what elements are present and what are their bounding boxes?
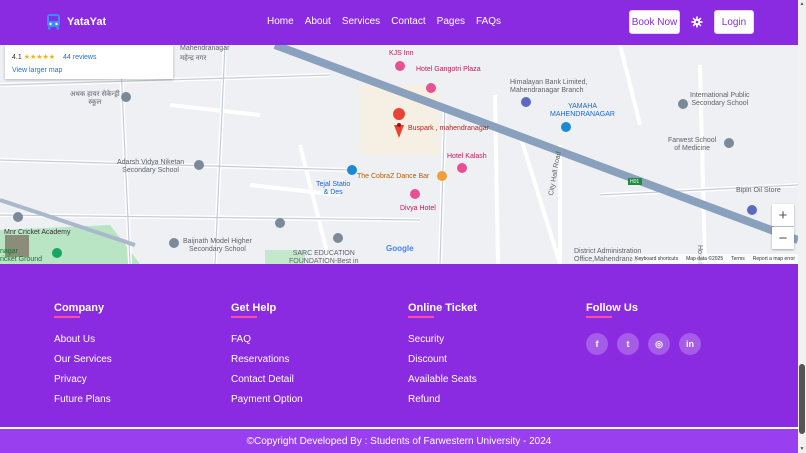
footer-heading: Company (54, 302, 112, 318)
nav-contact[interactable]: Contact (391, 16, 425, 27)
footer-link[interactable]: Privacy (54, 374, 112, 385)
copyright-text: ©Copyright Developed By : Students of Fa… (246, 435, 552, 447)
map-label-international-school[interactable]: International Public Secondary School (690, 92, 750, 108)
map-label-cricket-ground[interactable]: nagar ricket Ground (0, 248, 42, 264)
map-info-card: 4.1 ★★★★★ 44 reviews View larger map (5, 45, 173, 79)
footer-link[interactable]: Payment Option (231, 394, 303, 405)
keyboard-shortcuts-link[interactable]: Keyboard shortcuts (635, 256, 678, 262)
linkedin-icon[interactable]: in (679, 333, 701, 355)
map-label-farwest-medicine[interactable]: Farwest School of Medicine (668, 137, 716, 153)
reviews-link[interactable]: 44 reviews (63, 54, 96, 61)
rating-stars-icon: ★★★★★ (23, 54, 56, 61)
nav-about[interactable]: About (305, 16, 331, 27)
login-button[interactable]: Login (714, 10, 754, 34)
map-label-bipin-oil[interactable]: Bipin Oil Store (736, 187, 781, 195)
map-label-nepali-top: महेन्द्र नगर (180, 55, 207, 62)
nav-pages[interactable]: Pages (437, 16, 465, 27)
theme-toggle-icon[interactable] (691, 16, 703, 28)
scrollbar-thumb[interactable] (799, 364, 805, 434)
footer-link[interactable]: Discount (408, 354, 477, 365)
facebook-icon[interactable]: f (586, 333, 608, 355)
place-label[interactable]: Buspark , mahendranagar (408, 125, 489, 133)
map-attribution: Keyboard shortcuts Map data ©2025 Terms … (631, 254, 798, 264)
footer-link[interactable]: Contact Detail (231, 374, 303, 385)
footer-heading: Follow Us (586, 302, 701, 318)
footer-link[interactable]: Security (408, 334, 477, 345)
footer-column-online-ticket: Online Ticket Security Discount Availabl… (408, 302, 477, 414)
book-now-button[interactable]: Book Now (629, 10, 680, 34)
copyright-bar: ©Copyright Developed By : Students of Fa… (0, 427, 798, 453)
rating-value: 4.1 (12, 54, 22, 61)
brand[interactable]: YataYat (46, 13, 106, 30)
nav-home[interactable]: Home (267, 16, 294, 27)
footer-column-follow-us: Follow Us f t ◎ in (586, 302, 701, 355)
map-label-sarc-education[interactable]: SARC EDUCATION FOUNDATION-Best in (289, 250, 359, 264)
site-footer: Company About Us Our Services Privacy Fu… (0, 264, 798, 427)
report-error-link[interactable]: Report a map error (753, 256, 795, 262)
footer-column-company: Company About Us Our Services Privacy Fu… (54, 302, 112, 414)
footer-link[interactable]: FAQ (231, 334, 303, 345)
footer-heading: Online Ticket (408, 302, 477, 318)
footer-column-get-help: Get Help FAQ Reservations Contact Detail… (231, 302, 303, 414)
google-logo: Google (386, 244, 414, 253)
footer-link[interactable]: Reservations (231, 354, 303, 365)
terms-link[interactable]: Terms (731, 256, 745, 262)
scroll-down-arrow-icon[interactable]: ▼ (799, 446, 805, 452)
nav-faqs[interactable]: FAQs (476, 16, 501, 27)
map-label-mahendranagar: Mahendranagar (180, 45, 230, 52)
twitter-icon[interactable]: t (617, 333, 639, 355)
footer-link[interactable]: Available Seats (408, 374, 477, 385)
map-label-tejal-station[interactable]: Tejal Statio & Des (316, 181, 350, 197)
view-larger-map-link[interactable]: View larger map (12, 67, 62, 74)
footer-link[interactable]: Future Plans (54, 394, 112, 405)
zoom-out-button[interactable]: − (772, 227, 794, 249)
embedded-map[interactable]: 4.1 ★★★★★ 44 reviews View larger map Bus… (0, 45, 798, 264)
map-data-text: Map data ©2025 (686, 256, 724, 262)
footer-heading: Get Help (231, 302, 303, 318)
map-label-mnr-cricket[interactable]: Mnr Cricket Academy (4, 229, 71, 237)
map-label-yamaha[interactable]: YAMAHA MAHENDRANAGAR (550, 103, 615, 119)
map-label-kjs-inn[interactable]: KJS Inn (389, 50, 414, 58)
map-label-nepali-school: अथक हायर सेकेन्ड्री स्कूल (70, 91, 120, 106)
map-rating: 4.1 ★★★★★ 44 reviews (12, 53, 97, 61)
map-label-hotel-kalash[interactable]: Hotel Kalash (447, 153, 487, 161)
bus-icon (47, 14, 60, 30)
footer-link[interactable]: Refund (408, 394, 477, 405)
map-label-himalayan-bank[interactable]: Himalayan Bank Limited, Mahendranagar Br… (510, 79, 587, 95)
footer-link[interactable]: About Us (54, 334, 112, 345)
map-label-baijnath-school[interactable]: Baijnath Model Higher Secondary School (183, 238, 252, 254)
page-scrollbar[interactable]: ▲ ▼ (798, 0, 806, 453)
zoom-in-button[interactable]: + (772, 204, 794, 226)
footer-link[interactable]: Our Services (54, 354, 112, 365)
instagram-icon[interactable]: ◎ (648, 333, 670, 355)
navbar: YataYat Home About Services Contact Page… (0, 0, 798, 45)
scroll-up-arrow-icon[interactable]: ▲ (799, 1, 805, 7)
map-label-road-code: H01 (630, 179, 640, 185)
map-label-adarsh-school[interactable]: Adarsh Vidya Niketan Secondary School (117, 159, 184, 175)
social-links: f t ◎ in (586, 333, 701, 355)
map-label-hotel-gangotri[interactable]: Hotel Gangotri Plaza (416, 66, 481, 74)
brand-name: YataYat (67, 15, 107, 28)
map-label-divya-hotel[interactable]: Divya Hotel (400, 205, 436, 213)
map-label-cobraz[interactable]: The CobraZ Dance Bar (357, 173, 429, 181)
nav-services[interactable]: Services (342, 16, 380, 27)
nav-links: Home About Services Contact Pages FAQs (267, 16, 501, 27)
